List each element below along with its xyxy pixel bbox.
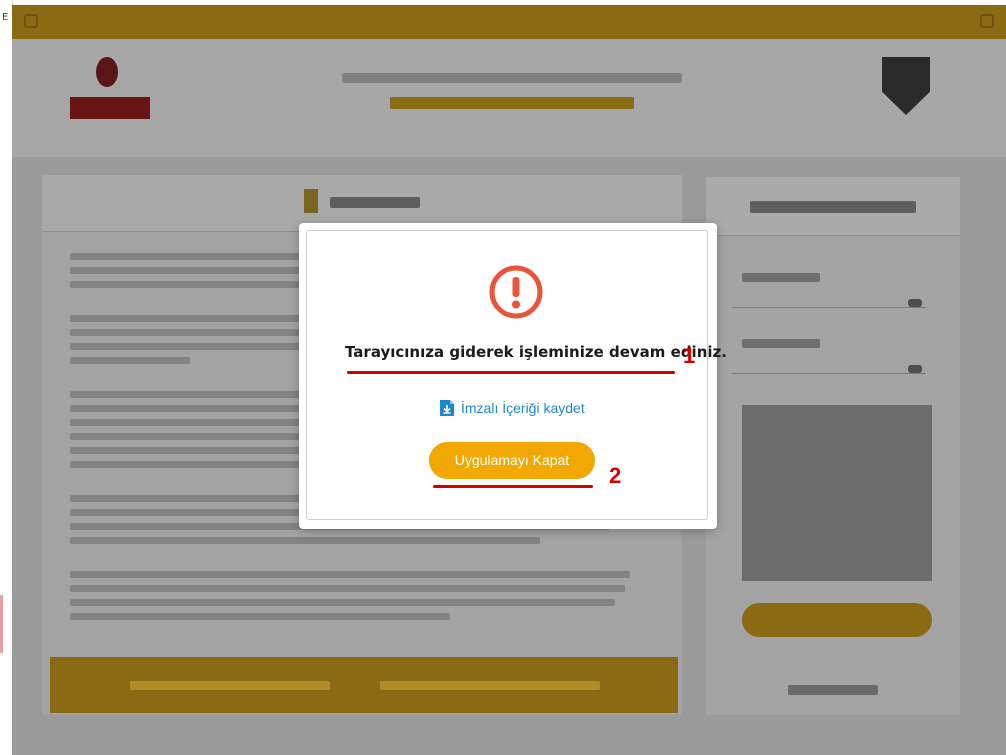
side-panel-preview-box [742, 405, 932, 581]
left-edge-letter: E [2, 12, 9, 23]
app-menu-icon [24, 14, 38, 28]
document-panel-footer [50, 657, 678, 713]
side-panel [706, 177, 960, 715]
annotation-underline-2 [433, 485, 593, 488]
document-panel-title-blurred [330, 197, 420, 208]
shield-logo-right [882, 57, 930, 115]
warning-dialog: Tarayıcınıza giderek işleminize devam ed… [299, 223, 727, 529]
dialog-message: Tarayıcınıza giderek işleminize devam ed… [345, 343, 727, 361]
header-subtitle-blurred [390, 97, 634, 109]
side-panel-button [742, 603, 932, 637]
institution-logo-left [66, 57, 156, 127]
annotation-number-1: 1 [683, 343, 696, 368]
save-signed-content-link[interactable]: İmzalı İçeriği kaydet [461, 400, 585, 416]
left-edge-marker [0, 595, 3, 653]
app-header [12, 39, 1006, 157]
close-application-button[interactable]: Uygulamayı Kapat [429, 442, 595, 479]
document-icon [304, 189, 318, 213]
app-top-bar [12, 5, 1006, 39]
app-close-icon [980, 14, 994, 28]
download-file-icon[interactable] [439, 399, 455, 417]
side-panel-header [706, 177, 960, 236]
exclamation-circle-icon [489, 265, 543, 319]
annotation-underline-1 [347, 371, 675, 374]
warning-dialog-body: Tarayıcınıza giderek işleminize devam ed… [306, 230, 727, 520]
header-title-blurred [342, 73, 682, 83]
annotation-number-2: 2 [609, 463, 622, 488]
